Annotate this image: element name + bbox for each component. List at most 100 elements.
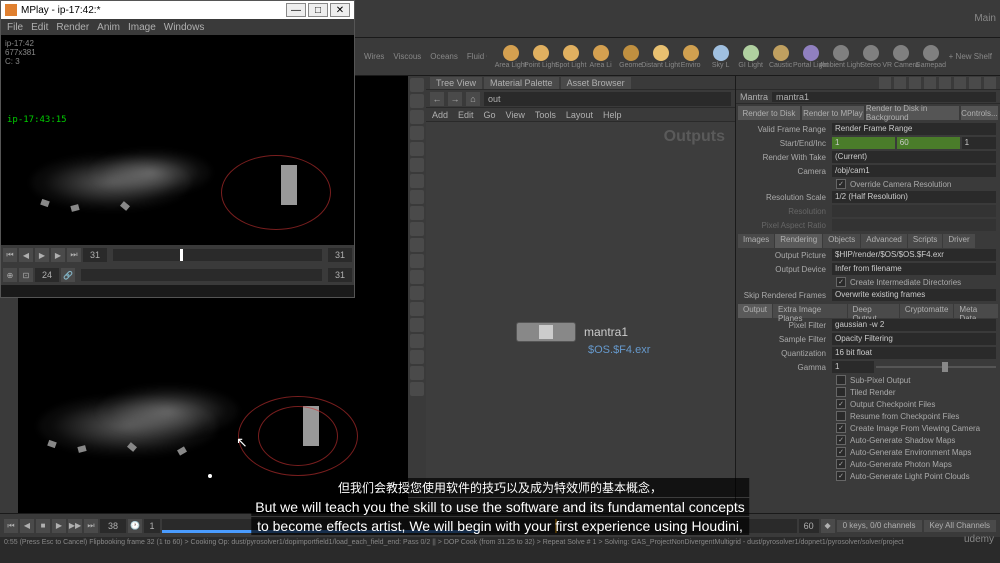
gear-icon[interactable] (984, 77, 996, 89)
render-to-disk-button[interactable]: Render to Disk (738, 106, 800, 120)
start-frame-field[interactable]: 1 (144, 519, 160, 533)
param-tool-icon[interactable] (894, 77, 906, 89)
checkbox[interactable]: ✓ (836, 435, 846, 445)
current-frame-field[interactable]: 38 (100, 519, 126, 533)
mplay-menu-anim[interactable]: Anim (97, 22, 120, 33)
display-option-icon[interactable] (410, 382, 424, 396)
checkbox[interactable] (836, 375, 846, 385)
play-button[interactable]: ▶ (52, 519, 66, 533)
tab-images[interactable]: Images (738, 234, 774, 248)
param-tool-icon[interactable] (879, 77, 891, 89)
subtab-extra[interactable]: Extra Image Planes (773, 304, 847, 318)
prev-frame-button[interactable]: ◀ (19, 248, 33, 262)
subtab-meta[interactable]: Meta Data (954, 304, 998, 318)
last-frame-button[interactable]: ⏭ (84, 519, 98, 533)
end-frame-field[interactable]: 60 (799, 519, 819, 533)
shelf-tool[interactable]: Gamepad (919, 42, 943, 72)
display-option-icon[interactable] (410, 190, 424, 204)
net-menu-view[interactable]: View (506, 110, 525, 120)
minimize-button[interactable]: — (286, 3, 306, 17)
new-shelf-button[interactable]: + New Shelf (945, 51, 996, 62)
last-frame-button[interactable]: ⏭ (67, 248, 81, 262)
link-button[interactable]: 🔗 (61, 268, 75, 282)
display-option-icon[interactable] (410, 110, 424, 124)
path-field[interactable]: out (484, 92, 731, 106)
shelf-tool[interactable]: Enviro (679, 42, 703, 72)
param-tool-icon[interactable] (954, 77, 966, 89)
inc-field[interactable]: 1 (962, 137, 996, 149)
shelf-tab[interactable]: Viscous (389, 51, 425, 62)
forward-button[interactable]: → (448, 92, 462, 106)
display-option-icon[interactable] (410, 334, 424, 348)
shelf-tool[interactable]: GI Light (739, 42, 763, 72)
tab-advanced[interactable]: Advanced (861, 234, 907, 248)
pixel-filter-field[interactable]: gaussian -w 2 (832, 319, 996, 331)
display-option-icon[interactable] (410, 222, 424, 236)
tab-rendering[interactable]: Rendering (775, 234, 822, 248)
mplay-timeline-track[interactable] (113, 249, 322, 261)
render-bg-button[interactable]: Render to Disk in Background (866, 106, 959, 120)
create-dirs-checkbox[interactable]: ✓ (836, 277, 846, 287)
play-back-button[interactable]: ◀ (20, 519, 34, 533)
display-option-icon[interactable] (410, 302, 424, 316)
network-tab[interactable]: Tree View (430, 77, 482, 89)
checkbox[interactable]: ✓ (836, 459, 846, 469)
tab-objects[interactable]: Objects (823, 234, 860, 248)
network-tab[interactable]: Asset Browser (561, 77, 631, 89)
net-menu-go[interactable]: Go (484, 110, 496, 120)
mplay-menu-render[interactable]: Render (56, 22, 89, 33)
mplay-menu-file[interactable]: File (7, 22, 23, 33)
shelf-tool[interactable]: VR Camera (889, 42, 913, 72)
display-option-icon[interactable] (410, 350, 424, 364)
subtab-crypto[interactable]: Cryptomatte (900, 304, 954, 318)
render-to-mplay-button[interactable]: Render to MPlay (802, 106, 864, 120)
keyframe-icon[interactable]: ◆ (821, 519, 835, 533)
gamma-field[interactable]: 1 (832, 361, 874, 373)
override-res-checkbox[interactable]: ✓ (836, 179, 846, 189)
display-option-icon[interactable] (410, 206, 424, 220)
net-menu-layout[interactable]: Layout (566, 110, 593, 120)
home-icon[interactable]: ⌂ (466, 92, 480, 106)
back-button[interactable]: ← (430, 92, 444, 106)
shelf-tool[interactable]: Area Light (499, 42, 523, 72)
realtime-button[interactable]: 🕐 (128, 519, 142, 533)
shelf-tool[interactable]: Ambient Light (829, 42, 853, 72)
shelf-tool[interactable]: Caustic (769, 42, 793, 72)
subtab-output[interactable]: Output (738, 304, 772, 318)
sample-filter-dropdown[interactable]: Opacity Filtering (832, 333, 996, 345)
mplay-viewer[interactable]: ip-17:42 677x381 C: 3 ip-17:43:15 (1, 35, 354, 245)
shelf-tab[interactable]: Fluid C (463, 51, 487, 62)
shelf-tool[interactable]: Stereo (859, 42, 883, 72)
node-mantra1[interactable]: mantra1 (516, 322, 628, 342)
mplay-frame2-field[interactable]: 24 (35, 268, 59, 282)
tab-driver[interactable]: Driver (943, 234, 974, 248)
shelf-tool[interactable]: Sky L (709, 42, 733, 72)
mplay-menu-windows[interactable]: Windows (164, 22, 205, 33)
display-option-icon[interactable] (410, 174, 424, 188)
first-frame-button[interactable]: ⏮ (3, 248, 17, 262)
network-canvas[interactable]: Outputs mantra1 $OS.$F4.exr (426, 122, 735, 513)
checkbox[interactable]: ✓ (836, 399, 846, 409)
shelf-tool[interactable]: Spot Light (559, 42, 583, 72)
mplay-titlebar[interactable]: MPlay - ip-17:42:* — □ ✕ (1, 1, 354, 19)
shelf-tool[interactable]: Distant Light (649, 42, 673, 72)
first-frame-button[interactable]: ⏮ (4, 519, 18, 533)
display-option-icon[interactable] (410, 286, 424, 300)
checkbox[interactable]: ✓ (836, 471, 846, 481)
mplay-menu-edit[interactable]: Edit (31, 22, 48, 33)
display-option-icon[interactable] (410, 126, 424, 140)
network-tab[interactable]: Material Palette (484, 77, 559, 89)
end-frame-field[interactable]: 60 (897, 137, 960, 149)
take-dropdown[interactable]: (Current) (832, 151, 996, 163)
display-option-icon[interactable] (410, 158, 424, 172)
mplay-window[interactable]: MPlay - ip-17:42:* — □ ✕ File Edit Rende… (0, 0, 355, 298)
zoom-button[interactable]: ⊕ (3, 268, 17, 282)
checkbox[interactable] (836, 411, 846, 421)
display-option-icon[interactable] (410, 142, 424, 156)
checkbox[interactable]: ✓ (836, 447, 846, 457)
param-tool-icon[interactable] (939, 77, 951, 89)
mplay-frame-field[interactable]: 31 (83, 248, 107, 262)
next-frame-button[interactable]: ▶ (51, 248, 65, 262)
tab-scripts[interactable]: Scripts (908, 234, 942, 248)
param-tool-icon[interactable] (924, 77, 936, 89)
